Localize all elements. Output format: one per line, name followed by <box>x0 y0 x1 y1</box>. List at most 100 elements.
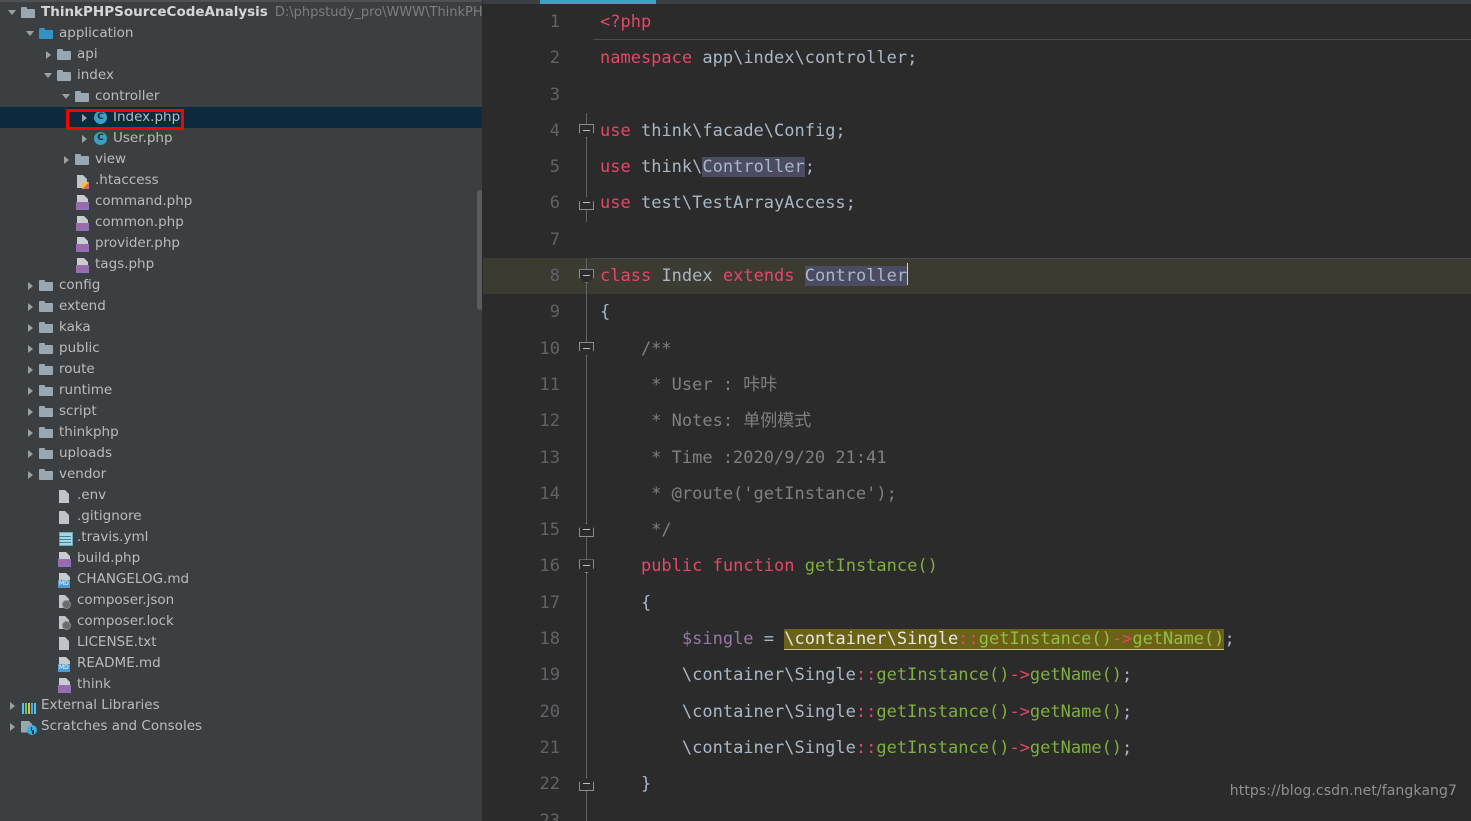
fold-collapse-icon[interactable] <box>579 341 594 356</box>
code-text[interactable]: use think\Controller; <box>598 149 1471 185</box>
fold-gutter[interactable] <box>576 258 598 295</box>
tree-item-license-txt[interactable]: LICENSE.txt <box>0 632 483 653</box>
tree-item-kaka[interactable]: kaka <box>0 317 483 338</box>
fold-gutter[interactable] <box>576 77 598 113</box>
line-number[interactable]: 11 <box>483 367 576 403</box>
line-number[interactable]: 16 <box>483 548 576 584</box>
tree-item--env[interactable]: .env <box>0 485 483 506</box>
chevron-down-icon[interactable] <box>42 69 55 82</box>
fold-end-icon[interactable] <box>579 523 594 538</box>
code-line-9[interactable]: 9{ <box>483 294 1471 331</box>
line-number[interactable]: 12 <box>483 403 576 439</box>
project-tree[interactable]: ThinkPHPSourceCodeAnalysis D:\phpstudy_pr… <box>0 0 483 737</box>
fold-gutter[interactable] <box>576 112 598 150</box>
fold-gutter[interactable] <box>576 584 598 622</box>
code-line-11[interactable]: 11 * User : 咔咔 <box>483 366 1471 404</box>
fold-gutter[interactable] <box>576 403 598 440</box>
tree-item--gitignore[interactable]: .gitignore <box>0 506 483 527</box>
hyperlink-highlight[interactable]: \container\Single::getInstance()->getNam… <box>784 629 1225 651</box>
tree-item-uploads[interactable]: uploads <box>0 443 483 464</box>
line-number[interactable]: 9 <box>483 294 576 330</box>
line-number[interactable]: 3 <box>483 77 576 113</box>
code-line-21[interactable]: 21 \container\Single::getInstance()->get… <box>483 729 1471 767</box>
fold-gutter[interactable] <box>576 475 598 513</box>
code-line-1[interactable]: 1 <?php <box>483 4 1471 41</box>
chevron-right-icon[interactable] <box>24 405 37 418</box>
line-number[interactable]: 2 <box>483 40 576 76</box>
tree-item-composer-json[interactable]: composer.json <box>0 590 483 611</box>
fold-gutter[interactable] <box>576 330 598 367</box>
chevron-right-icon[interactable] <box>24 363 37 376</box>
code-line-6[interactable]: 6 use test\TestArrayAccess; <box>483 185 1471 222</box>
code-text[interactable]: * User : 咔咔 <box>598 367 1471 403</box>
fold-end-icon[interactable] <box>579 777 594 792</box>
fold-gutter[interactable] <box>576 222 598 258</box>
line-number[interactable]: 6 <box>483 185 576 221</box>
tree-item-index[interactable]: index <box>0 65 483 86</box>
tree-item-tags-php[interactable]: php tags.php <box>0 254 483 275</box>
chevron-right-icon[interactable] <box>24 342 37 355</box>
tree-item-extend[interactable]: extend <box>0 296 483 317</box>
fold-gutter[interactable] <box>576 512 598 549</box>
chevron-right-icon[interactable] <box>24 426 37 439</box>
tree-item-vendor[interactable]: vendor <box>0 464 483 485</box>
tree-item-runtime[interactable]: runtime <box>0 380 483 401</box>
fold-gutter[interactable] <box>576 621 598 658</box>
fold-end-icon[interactable] <box>579 196 594 211</box>
code-line-14[interactable]: 14 * @route('getInstance'); <box>483 475 1471 513</box>
tree-item-scratches-and-consoles[interactable]: Scratches and Consoles <box>0 716 483 737</box>
chevron-right-icon[interactable] <box>24 300 37 313</box>
tree-item-readme-md[interactable]: MD README.md <box>0 653 483 674</box>
fold-collapse-icon[interactable] <box>579 269 594 284</box>
chevron-down-icon[interactable] <box>24 27 37 40</box>
code-line-3[interactable]: 3 <box>483 77 1471 113</box>
code-text[interactable]: * Notes: 单例模式 <box>598 403 1471 439</box>
code-line-19[interactable]: 19 \container\Single::getInstance()->get… <box>483 657 1471 694</box>
code-line-4[interactable]: 4 use think\facade\Config; <box>483 112 1471 150</box>
code-text[interactable]: <?php <box>598 4 1471 40</box>
code-line-5[interactable]: 5 use think\Controller; <box>483 149 1471 186</box>
tree-item-index-php[interactable]: Index.php <box>0 107 483 128</box>
line-number[interactable]: 1 <box>483 4 576 40</box>
code-text[interactable]: class Index extends Controller <box>598 258 1471 294</box>
code-line-23[interactable]: 23 <box>483 802 1471 821</box>
fold-gutter[interactable] <box>576 729 598 767</box>
line-number[interactable]: 22 <box>483 766 576 802</box>
tree-item-route[interactable]: route <box>0 359 483 380</box>
code-text[interactable]: \container\Single::getInstance()->getNam… <box>598 657 1471 693</box>
code-text[interactable]: { <box>598 585 1471 621</box>
tree-item-api[interactable]: api <box>0 44 483 65</box>
line-number[interactable]: 17 <box>483 585 576 621</box>
line-number[interactable]: 5 <box>483 149 576 185</box>
code-text[interactable]: { <box>598 294 1471 330</box>
tree-item-thinkphp[interactable]: thinkphp <box>0 422 483 443</box>
code-line-2[interactable]: 2 namespace app\index\controller; <box>483 40 1471 76</box>
chevron-right-icon[interactable] <box>6 720 19 733</box>
tree-item-user-php[interactable]: User.php <box>0 128 483 149</box>
code-editor[interactable]: 1 <?php 2 namespace app\index\controller; 3 4… <box>483 0 1471 821</box>
code-line-18[interactable]: 18 $single = \container\Single::getInsta… <box>483 621 1471 658</box>
chevron-right-icon[interactable] <box>60 153 73 166</box>
chevron-right-icon[interactable] <box>24 384 37 397</box>
code-line-12[interactable]: 12 * Notes: 单例模式 <box>483 403 1471 440</box>
chevron-right-icon[interactable] <box>78 132 91 145</box>
line-number[interactable]: 21 <box>483 730 576 766</box>
code-text[interactable]: $single = \container\Single::getInstance… <box>598 621 1471 657</box>
tree-item--travis-yml[interactable]: .travis.yml <box>0 527 483 548</box>
tree-item-config[interactable]: config <box>0 275 483 296</box>
chevron-right-icon[interactable] <box>24 468 37 481</box>
code-line-13[interactable]: 13 * Time :2020/9/20 21:41 <box>483 439 1471 476</box>
tree-item-thinkphpsourcecodeanalysis[interactable]: ThinkPHPSourceCodeAnalysis D:\phpstudy_pr… <box>0 2 483 23</box>
line-number[interactable]: 20 <box>483 694 576 730</box>
fold-gutter[interactable] <box>576 766 598 803</box>
tree-item-provider-php[interactable]: php provider.php <box>0 233 483 254</box>
line-number[interactable]: 18 <box>483 621 576 657</box>
code-text[interactable]: use think\facade\Config; <box>598 113 1471 149</box>
tree-item-think[interactable]: php think <box>0 674 483 695</box>
line-number[interactable]: 4 <box>483 113 576 149</box>
fold-collapse-icon[interactable] <box>579 123 594 138</box>
code-line-7[interactable]: 7 <box>483 222 1471 258</box>
tree-item-build-php[interactable]: php build.php <box>0 548 483 569</box>
tree-item-script[interactable]: script <box>0 401 483 422</box>
fold-gutter[interactable] <box>576 185 598 222</box>
